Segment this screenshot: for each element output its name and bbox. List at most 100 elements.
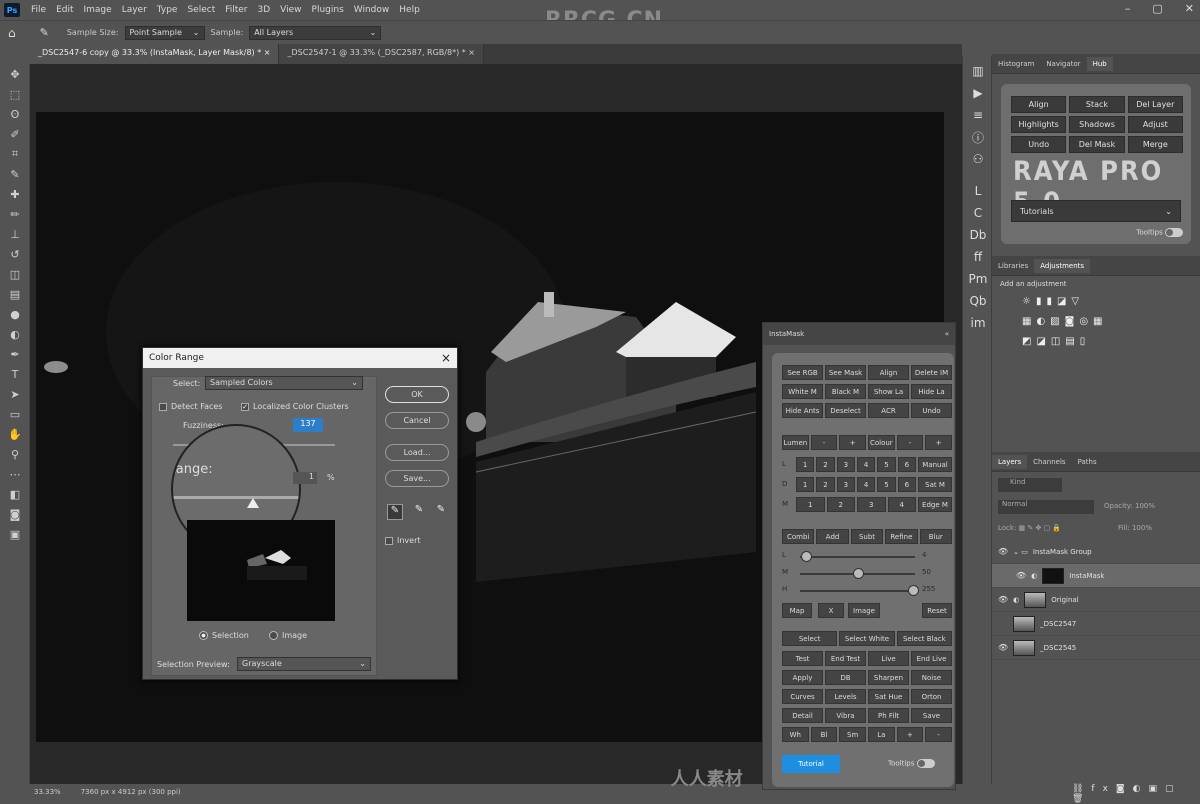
sliders-icon[interactable]: ≡ xyxy=(963,104,993,126)
hue-icon[interactable]: ▦◐▨◙◎▦ xyxy=(1022,316,1108,327)
ff-icon[interactable]: ff xyxy=(963,246,993,268)
tab-document-1[interactable]: _DSC2547-6 copy @ 33.3% (InstaMask, Laye… xyxy=(30,44,280,64)
tab-adjustments[interactable]: Adjustments xyxy=(1034,258,1091,273)
move-tool-icon[interactable]: ✥ xyxy=(0,64,30,84)
instamask-sym-button[interactable]: + xyxy=(925,435,952,450)
instamask-sym-button[interactable]: - xyxy=(810,435,838,450)
tab-layers[interactable]: Layers xyxy=(992,454,1028,469)
zoom-level[interactable]: 33.33% xyxy=(34,788,61,796)
close-icon[interactable]: ✕ xyxy=(1185,2,1194,15)
eyedropper-add-icon[interactable]: ✎ xyxy=(411,504,427,520)
instamask-tooltips[interactable]: Tooltips xyxy=(888,759,935,768)
dodge-tool-icon[interactable]: ◐ xyxy=(0,324,30,344)
histogram-icon[interactable]: ▥ xyxy=(963,60,993,82)
C-icon[interactable]: C xyxy=(963,202,993,224)
collapse-icon[interactable]: « xyxy=(945,330,949,338)
instamask-live-button[interactable]: Live xyxy=(868,651,909,666)
instamask-1-button[interactable]: 1 xyxy=(796,477,815,492)
Qb-icon[interactable]: Qb xyxy=(963,290,993,312)
healing-tool-icon[interactable]: ✚ xyxy=(0,184,30,204)
menu-help[interactable]: Help xyxy=(394,5,425,15)
more-tools-icon[interactable]: ⋯ xyxy=(0,464,30,484)
instamask-see-rgb-button[interactable]: See RGB xyxy=(782,365,823,380)
instamask-select-button[interactable]: Select xyxy=(782,631,838,646)
instamask-2-button[interactable]: 2 xyxy=(816,477,835,492)
dialog-close-icon[interactable]: × xyxy=(441,351,451,365)
slider-track[interactable] xyxy=(800,590,915,592)
instamask-2-button[interactable]: 2 xyxy=(826,497,855,512)
menu-view[interactable]: View xyxy=(275,5,306,15)
tab-paths[interactable]: Paths xyxy=(1072,455,1103,469)
layer-row[interactable]: 👁_DSC2547 xyxy=(992,612,1200,636)
layer-filter[interactable]: Kind xyxy=(998,478,1062,492)
localized-clusters-checkbox[interactable]: ✓ Localized Color Clusters xyxy=(241,402,349,411)
menu-plugins[interactable]: Plugins xyxy=(307,5,349,15)
instamask-sym-button[interactable]: + xyxy=(839,435,866,450)
instamask-orton-button[interactable]: Orton xyxy=(911,689,952,704)
instamask-white-m-button[interactable]: White M xyxy=(782,384,823,399)
instamask-select-white-button[interactable]: Select White xyxy=(839,631,895,646)
instamask-undo-button[interactable]: Undo xyxy=(911,403,952,418)
eyedropper-subtract-icon[interactable]: ✎ xyxy=(433,504,449,520)
tooltips-toggle[interactable] xyxy=(916,759,935,768)
instamask-hide-ants-button[interactable]: Hide Ants xyxy=(782,403,823,418)
instamask-sharpen-button[interactable]: Sharpen xyxy=(868,670,909,685)
instamask-5-button[interactable]: 5 xyxy=(877,457,896,472)
tab-document-2[interactable]: _DSC2547-1 @ 33.3% (_DSC2587, RGB/8*) * … xyxy=(279,44,484,64)
hub-merge-button[interactable]: Merge xyxy=(1127,136,1183,153)
instamask-3-button[interactable]: 3 xyxy=(857,497,886,512)
instamask-blur-button[interactable]: Blur xyxy=(919,529,952,544)
detect-faces-checkbox[interactable]: Detect Faces xyxy=(159,402,222,411)
instamask-combi-button[interactable]: Combi xyxy=(782,529,815,544)
save-button[interactable]: Save... xyxy=(385,470,449,487)
hub-undo-button[interactable]: Undo xyxy=(1011,136,1067,153)
eye-icon[interactable]: 👁 xyxy=(1016,571,1026,580)
slider-thumb[interactable] xyxy=(907,585,919,596)
instamask-align-button[interactable]: Align xyxy=(868,365,909,380)
instamask-delete-im-button[interactable]: Delete IM xyxy=(911,365,952,380)
stamp-tool-icon[interactable]: ⊥ xyxy=(0,224,30,244)
tab-close-icon[interactable]: × xyxy=(468,48,475,57)
shape-tool-icon[interactable]: ▭ xyxy=(0,404,30,424)
range-slider-thumb[interactable] xyxy=(247,498,259,508)
layer-row[interactable]: 👁 ◐ InstaMask xyxy=(992,564,1200,588)
instamask-sat-m-button[interactable]: Sat M xyxy=(918,477,952,492)
crop-tool-icon[interactable]: ⌗ xyxy=(0,144,30,164)
color-swatch-icon[interactable]: ◧ xyxy=(0,484,30,504)
ok-button[interactable]: OK xyxy=(385,386,449,403)
L-icon[interactable]: L xyxy=(963,180,993,202)
instamask-end-live-button[interactable]: End Live xyxy=(911,651,952,666)
im-icon[interactable]: im xyxy=(963,312,993,334)
eye-icon[interactable]: 👁 xyxy=(998,643,1008,652)
tab-libraries[interactable]: Libraries xyxy=(992,259,1034,273)
brush-tool-icon[interactable]: ✏ xyxy=(0,204,30,224)
minimize-icon[interactable]: – xyxy=(1125,2,1131,15)
screen-mode-icon[interactable]: ▣ xyxy=(0,524,30,544)
hub-highlights-button[interactable]: Highlights xyxy=(1011,116,1067,133)
brightness-icon[interactable]: ☼▮▮◪▽ xyxy=(1022,296,1084,307)
instamask-6-button[interactable]: 6 xyxy=(897,477,916,492)
maximize-icon[interactable]: ▢ xyxy=(1152,2,1162,15)
hub-adjust-button[interactable]: Adjust xyxy=(1127,116,1183,133)
quick-select-tool-icon[interactable]: ✐ xyxy=(0,124,30,144)
cancel-button[interactable]: Cancel xyxy=(385,412,449,429)
play-icon[interactable]: ▶ xyxy=(963,82,993,104)
menu-3d[interactable]: 3D xyxy=(253,5,276,15)
instamask-noise-button[interactable]: Noise xyxy=(911,670,952,685)
layer-row[interactable]: 👁 ◐ Original xyxy=(992,588,1200,612)
hub-stack-button[interactable]: Stack xyxy=(1069,96,1125,113)
tab-close-icon[interactable]: × xyxy=(264,48,271,57)
blend-mode-select[interactable]: Normal xyxy=(998,500,1094,514)
slider-thumb[interactable] xyxy=(800,551,812,562)
instamask-end-test-button[interactable]: End Test xyxy=(825,651,866,666)
instamask-db-button[interactable]: DB xyxy=(825,670,866,685)
instamask-3-button[interactable]: 3 xyxy=(836,457,855,472)
instamask-5-button[interactable]: 5 xyxy=(877,477,896,492)
instamask-sym-button[interactable]: - xyxy=(896,435,924,450)
menu-window[interactable]: Window xyxy=(349,5,395,15)
type-tool-icon[interactable]: T xyxy=(0,364,30,384)
tab-channels[interactable]: Channels xyxy=(1027,455,1071,469)
instamask-lumen-button[interactable]: Lumen xyxy=(782,435,809,450)
eyedropper-icon[interactable]: ✎ xyxy=(387,504,403,520)
tooltips-toggle[interactable] xyxy=(1165,228,1183,237)
